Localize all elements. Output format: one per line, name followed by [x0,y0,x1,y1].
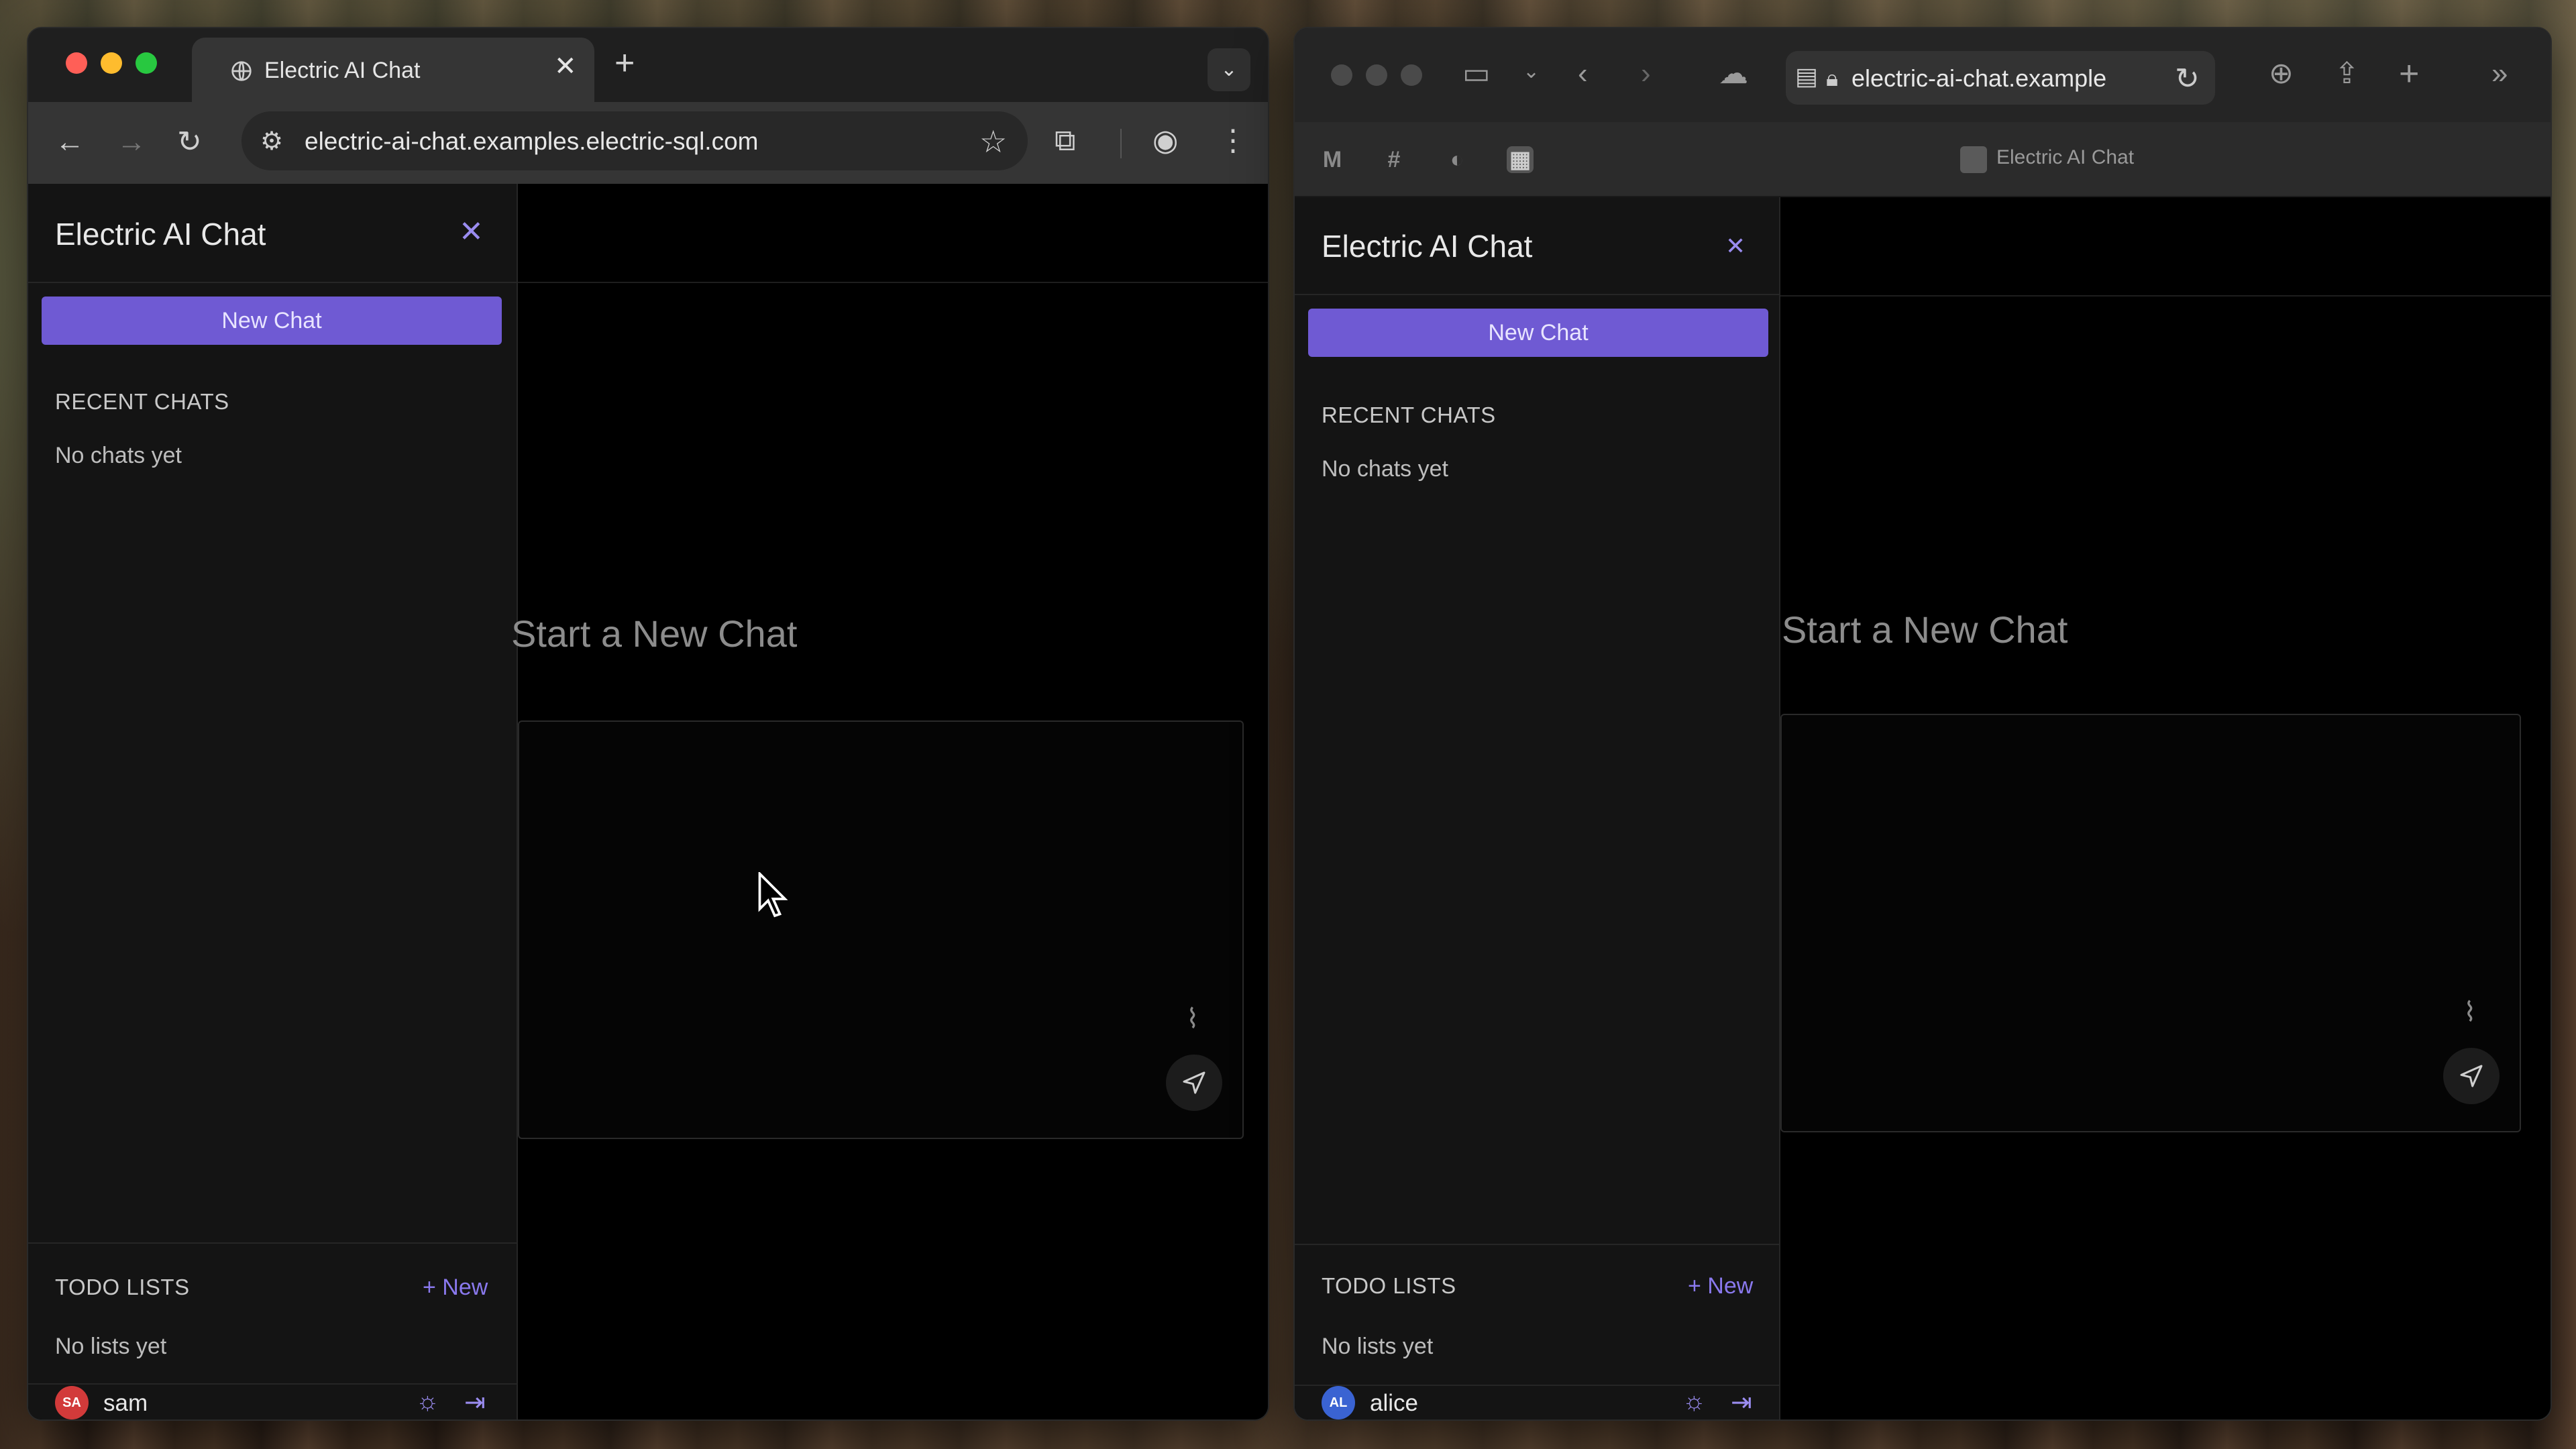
send-button[interactable] [2443,1048,2500,1104]
globe-icon [231,61,252,81]
close-sidebar-icon[interactable]: ✕ [1725,232,1746,260]
calendar-favicon-icon[interactable]: ▦ [1507,146,1534,173]
site-info-icon[interactable]: ⚙ [260,126,283,156]
sidebar-toggle-icon[interactable]: ▭ [1462,59,1491,89]
new-chat-button[interactable]: New Chat [1308,309,1768,357]
user-name: alice [1370,1390,1418,1416]
cloud-icon[interactable]: ☁ [1719,59,1748,89]
safari-window: ▭ ⌄ ‹ › ☁ ▤ 🔒︎ electric-ai-chat.example … [1293,27,2552,1421]
chrome-window: Electric AI Chat ✕ + ⌄ ← → ↻ ⚙ electric-… [27,27,1269,1421]
tab-favicon-icon [1960,146,1987,173]
no-lists-text: No lists yet [1322,1334,1434,1359]
start-chat-heading: Start a New Chat [511,612,798,655]
app-favicon-icon[interactable]: ◐ [1444,146,1470,173]
message-composer[interactable]: ⌇ [1780,714,2521,1132]
close-window-button[interactable] [66,52,87,74]
main-header [518,184,1268,283]
forward-icon[interactable]: › [1641,59,1651,89]
app-title: Electric AI Chat [55,217,266,252]
menu-kebab-icon[interactable]: ⋮ [1218,126,1248,156]
sidebar: Electric AI Chat ✕ New Chat RECENT CHATS… [28,184,518,1419]
sidebar: Electric AI Chat ✕ New Chat RECENT CHATS… [1295,197,1780,1419]
no-chats-text: No chats yet [55,443,182,468]
theme-toggle-icon[interactable]: ☼ [416,1387,439,1416]
message-composer[interactable]: ⌇ [518,720,1244,1139]
address-bar[interactable]: ▤ 🔒︎ electric-ai-chat.example ↻ [1786,51,2215,105]
share-icon[interactable]: ⇪ [2334,59,2359,89]
start-chat-heading: Start a New Chat [1782,608,2068,651]
safari-toolbar: ▭ ⌄ ‹ › ☁ ▤ 🔒︎ electric-ai-chat.example … [1295,28,2551,122]
browser-tab[interactable]: Electric AI Chat ✕ [192,38,594,102]
app-viewport: Electric AI Chat ✕ New Chat RECENT CHATS… [28,184,1268,1419]
toolbar-divider [1120,129,1122,158]
forward-icon[interactable]: → [117,127,146,157]
lock-icon: 🔒︎ [1826,66,1839,91]
download-icon[interactable]: ⊕ [2269,59,2294,89]
recent-chats-label: RECENT CHATS [1322,402,1496,427]
send-button[interactable] [1166,1055,1222,1111]
no-lists-text: No lists yet [55,1334,167,1359]
logout-icon[interactable]: ⇥ [1731,1387,1752,1417]
new-todo-list-button[interactable]: + New [423,1275,488,1301]
no-chats-text: No chats yet [1322,456,1448,482]
send-icon [2460,1065,2483,1087]
new-chat-button[interactable]: New Chat [42,297,502,345]
paperclip-icon[interactable]: ⌇ [2463,997,2477,1028]
app-viewport: Electric AI Chat ✕ New Chat RECENT CHATS… [1295,197,2551,1419]
browser-toolbar: ← → ↻ ⚙ electric-ai-chat.examples.electr… [28,102,1268,184]
back-icon[interactable]: ← [55,127,85,157]
new-todo-list-button[interactable]: + New [1688,1273,1753,1299]
divider [28,1242,517,1244]
url-text: electric-ai-chat.example [1851,64,2107,92]
logout-icon[interactable]: ⇥ [464,1387,486,1417]
page-menu-icon[interactable]: ▤ [1795,64,1818,89]
tab-title: Electric AI Chat [264,58,421,83]
minimize-window-button[interactable] [101,52,122,74]
tab-search-icon[interactable]: ⌄ [1208,48,1250,91]
address-bar[interactable]: ⚙ electric-ai-chat.examples.electric-sql… [241,111,1028,170]
close-window-button[interactable] [1331,64,1352,86]
zoom-window-button[interactable] [136,52,157,74]
paperclip-icon[interactable]: ⌇ [1186,1004,1199,1034]
app-title: Electric AI Chat [1322,229,1533,264]
chevron-down-icon[interactable]: ⌄ [1523,62,1540,82]
new-tab-icon[interactable]: + [614,43,635,83]
avatar: AL [1322,1386,1355,1419]
bookmark-star-icon[interactable]: ☆ [979,123,1007,160]
tab-bar: M # ◐ ▦ Electric AI Chat [1295,122,2551,197]
sidebar-header: Electric AI Chat ✕ [1295,197,1779,295]
close-tab-icon[interactable]: ✕ [554,51,577,82]
back-icon[interactable]: ‹ [1578,59,1588,89]
slack-favicon-icon[interactable]: # [1381,146,1407,173]
main-header [1780,197,2551,297]
close-sidebar-icon[interactable]: ✕ [459,215,484,249]
url-text: electric-ai-chat.examples.electric-sql.c… [305,127,759,155]
mouse-cursor-icon [758,872,788,918]
user-row: AL alice ☼ ⇥ [1295,1386,1779,1419]
new-tab-icon[interactable]: + [2399,56,2419,91]
gmail-favicon-icon[interactable]: M [1319,146,1346,173]
divider [1295,1244,1779,1245]
recent-chats-label: RECENT CHATS [55,389,229,414]
reload-icon[interactable]: ↻ [177,127,202,157]
more-tabs-icon[interactable]: » [2491,59,2508,89]
reload-icon[interactable]: ↻ [2175,62,2200,96]
minimize-window-button[interactable] [1366,64,1387,86]
user-name: sam [103,1390,148,1416]
avatar: SA [55,1386,89,1419]
extensions-icon[interactable]: ⧉ [1055,126,1075,156]
user-row: SA sam ☼ ⇥ [28,1385,517,1419]
tab-title[interactable]: Electric AI Chat [1996,146,2134,169]
todo-lists-label: TODO LISTS [1322,1273,1456,1298]
theme-toggle-icon[interactable]: ☼ [1682,1387,1706,1416]
tab-strip: Electric AI Chat ✕ + ⌄ [28,28,1268,102]
zoom-window-button[interactable] [1401,64,1422,86]
todo-lists-label: TODO LISTS [55,1275,190,1299]
sidebar-header: Electric AI Chat ✕ [28,184,517,283]
send-icon [1183,1071,1205,1094]
profile-icon[interactable]: ◉ [1152,126,1178,156]
